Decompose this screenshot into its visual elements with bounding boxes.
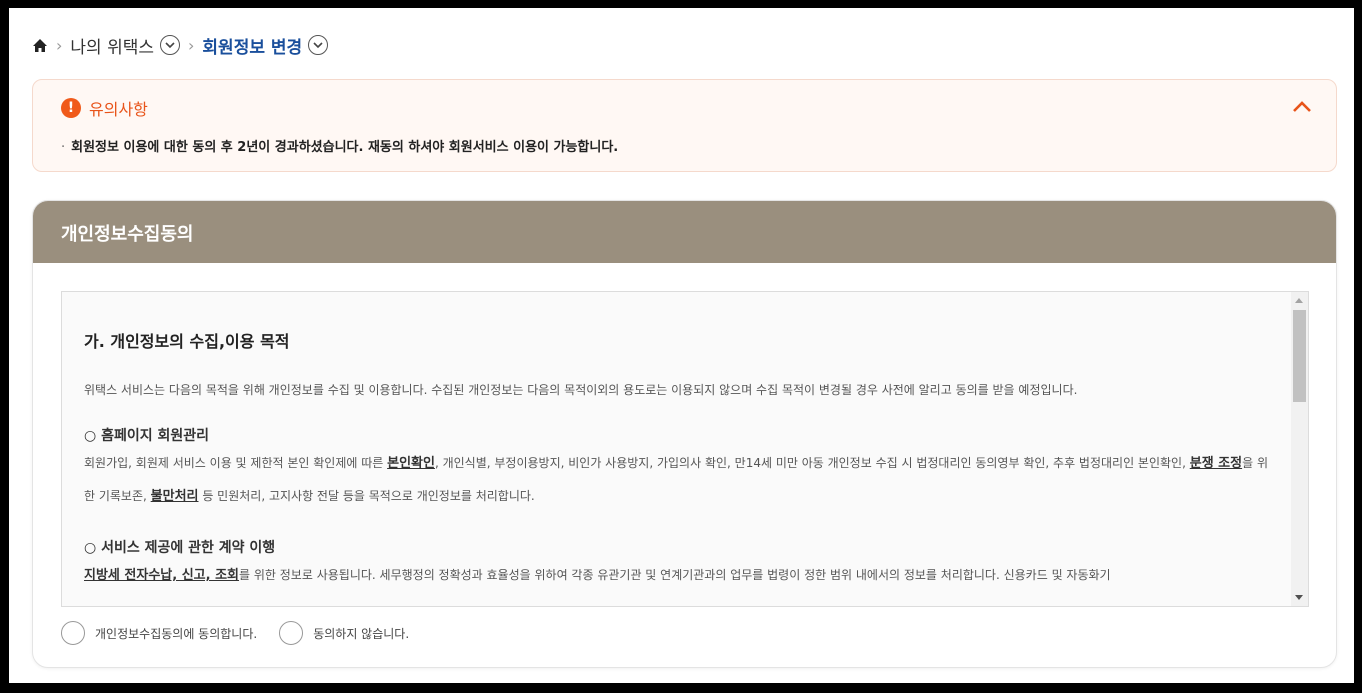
- consent-radio-group: 개인정보수집동의에 동의합니다. 동의하지 않습니다.: [61, 621, 431, 645]
- collapse-toggle-icon[interactable]: [1290, 98, 1314, 116]
- scrollbar-thumb[interactable]: [1293, 310, 1306, 402]
- text-segment: , 개인식별, 부정이용방지, 비인가 사용방지, 가입의사 확인, 만14세 …: [434, 456, 1190, 470]
- notice-title: 유의사항: [89, 100, 148, 119]
- terms-item-title: ○ 홈페이지 회원관리: [84, 428, 210, 444]
- terms-intro: 위택스 서비스는 다음의 목적을 위해 개인정보를 수집 및 이용합니다. 수집…: [84, 383, 1078, 397]
- emphasis-text: 지방세 전자수납, 신고, 조회: [84, 568, 240, 583]
- chevron-right-icon: ›: [56, 35, 63, 55]
- vertical-scrollbar[interactable]: [1291, 292, 1308, 606]
- chevron-down-icon[interactable]: [308, 35, 329, 55]
- emphasis-text: 본인확인: [387, 456, 435, 471]
- disagree-label: 동의하지 않습니다.: [313, 626, 410, 641]
- exclamation-icon: !: [61, 98, 81, 118]
- notice-message-text: 회원정보 이용에 대한 동의 후 2년이 경과하셨습니다. 재동의 하셔야 회원…: [71, 140, 619, 155]
- chevron-right-icon: ›: [188, 35, 195, 55]
- consent-header: 개인정보수집동의: [33, 201, 1336, 263]
- emphasis-text: 분쟁 조정: [1189, 456, 1243, 471]
- breadcrumb: › 나의 위택스 › 회원정보 변경: [32, 32, 329, 58]
- disagree-radio[interactable]: 동의하지 않습니다.: [279, 621, 409, 645]
- page-frame: › 나의 위택스 › 회원정보 변경 ! 유의사항 · 회원정보 이용에 대한 동…: [9, 8, 1354, 683]
- terms-section-title: 가. 개인정보의 수집,이용 목적: [84, 332, 290, 351]
- scroll-up-icon[interactable]: [1295, 298, 1303, 303]
- breadcrumb-item-member-info[interactable]: 회원정보 변경: [202, 33, 302, 58]
- terms-item-text: 회원가입, 회원제 서비스 이용 및 제한적 본인 확인제에 따른 본인확인, …: [84, 447, 1278, 513]
- home-icon[interactable]: [32, 38, 48, 53]
- terms-box[interactable]: 가. 개인정보의 수집,이용 목적 위택스 서비스는 다음의 목적을 위해 개인…: [61, 291, 1309, 607]
- text-segment: 를 위한 정보로 사용됩니다. 세무행정의 정확성과 효율성을 위하여 각종 유…: [239, 568, 1111, 582]
- scroll-down-icon[interactable]: [1295, 595, 1303, 600]
- radio-circle-icon[interactable]: [61, 621, 85, 645]
- bullet-icon: ·: [61, 140, 66, 155]
- text-segment: 회원가입, 회원제 서비스 이용 및 제한적 본인 확인제에 따른: [84, 456, 388, 470]
- agree-label: 개인정보수집동의에 동의합니다.: [95, 626, 258, 641]
- agree-radio[interactable]: 개인정보수집동의에 동의합니다.: [61, 621, 257, 645]
- chevron-down-icon[interactable]: [160, 35, 181, 55]
- terms-content: 가. 개인정보의 수집,이용 목적 위택스 서비스는 다음의 목적을 위해 개인…: [84, 328, 1278, 592]
- breadcrumb-item-my-wetax[interactable]: 나의 위택스: [70, 33, 154, 58]
- notice-message: · 회원정보 이용에 대한 동의 후 2년이 경과하셨습니다. 재동의 하셔야 회…: [61, 136, 618, 155]
- terms-item-text: 지방세 전자수납, 신고, 조회를 위한 정보로 사용됩니다. 세무행정의 정확…: [84, 559, 1278, 592]
- notice-panel: ! 유의사항 · 회원정보 이용에 대한 동의 후 2년이 경과하셨습니다. 재동…: [32, 79, 1337, 172]
- notice-header: ! 유의사항: [61, 96, 148, 120]
- emphasis-text: 불만처리: [150, 489, 199, 504]
- consent-card: 개인정보수집동의 가. 개인정보의 수집,이용 목적 위택스 서비스는 다음의 …: [32, 200, 1337, 668]
- radio-circle-icon[interactable]: [279, 621, 304, 645]
- terms-item-title: ○ 서비스 제공에 관한 계약 이행: [84, 540, 276, 556]
- text-segment: 등 민원처리, 고지사항 전달 등을 목적으로 개인정보를 처리합니다.: [198, 489, 535, 503]
